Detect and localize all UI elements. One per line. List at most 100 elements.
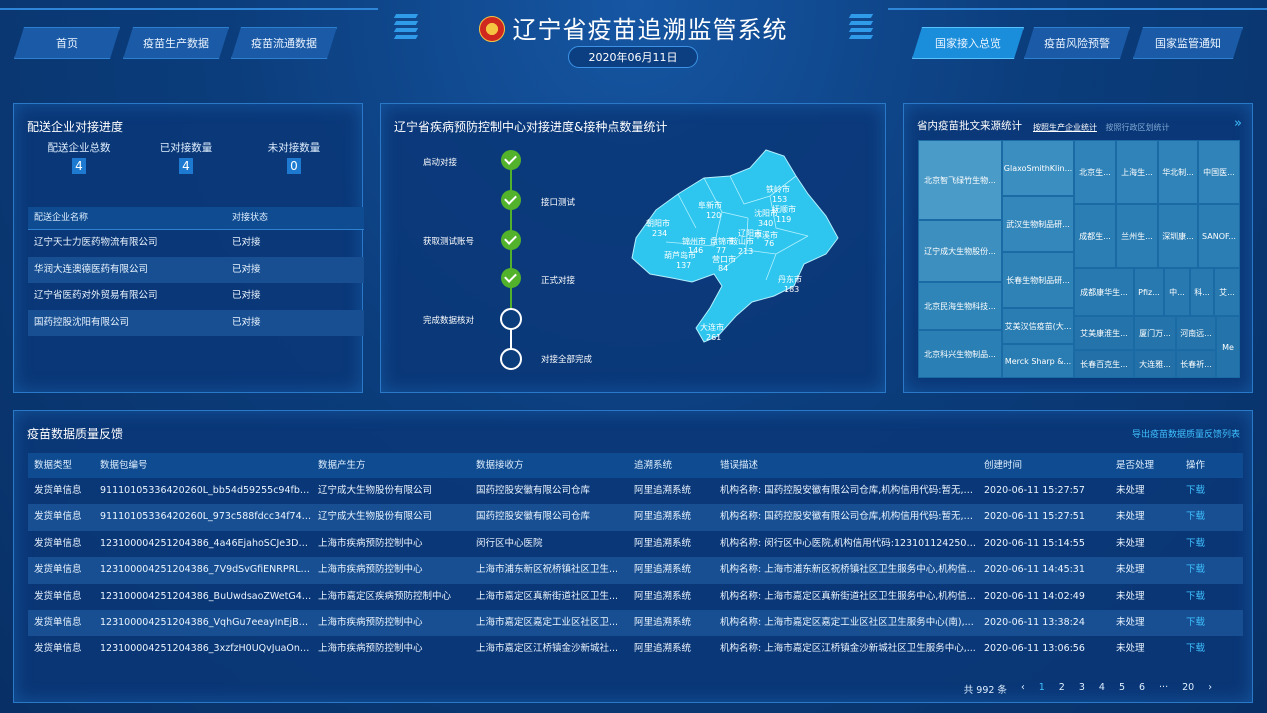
col-producer: 数据产生方 bbox=[318, 460, 366, 471]
col-status: 对接状态 bbox=[232, 213, 269, 223]
treemap-cell[interactable]: 中... bbox=[1164, 268, 1190, 316]
cell-package: 123100004251204386_VqhGu7eeayInEjBKqF... bbox=[100, 616, 312, 628]
map-label-name: 大连市 bbox=[700, 322, 724, 332]
download-link[interactable]: 下载 bbox=[1186, 531, 1226, 557]
page-button[interactable]: 4 bbox=[1099, 682, 1105, 696]
treemap-cell[interactable]: 厦门万... bbox=[1134, 316, 1176, 350]
treemap-cell[interactable]: 长春祈... bbox=[1176, 350, 1216, 378]
cell-system: 阿里追溯系统 bbox=[634, 643, 692, 655]
treemap-cell[interactable]: Merck Sharp &... bbox=[1002, 344, 1074, 378]
download-link[interactable]: 下载 bbox=[1186, 584, 1226, 610]
treemap-cell[interactable]: 北京生... bbox=[1074, 140, 1116, 204]
cell-system: 阿里追溯系统 bbox=[634, 537, 692, 549]
cell-created: 2020-06-11 15:27:51 bbox=[984, 511, 1085, 523]
page-button[interactable]: 5 bbox=[1119, 682, 1125, 696]
nav-risk-warning[interactable]: 疫苗风险预警 bbox=[1024, 27, 1130, 59]
more-arrow-icon[interactable]: » bbox=[1234, 116, 1242, 131]
page-button[interactable]: 1 bbox=[1039, 682, 1045, 696]
table-row[interactable]: 发货单信息 123100004251204386_VqhGu7eeayInEjBK… bbox=[28, 609, 1243, 637]
map-label-value: 153 bbox=[772, 195, 787, 204]
treemap-cell[interactable]: 艾美康淮生... bbox=[1074, 316, 1134, 350]
table-row[interactable]: 发货单信息 123100004251204386_3xzfzH0UQvJuaOnH… bbox=[28, 636, 1243, 662]
treemap-cell[interactable]: 上海生... bbox=[1116, 140, 1158, 204]
cell-receiver: 上海市嘉定区嘉定工业区社区卫... bbox=[476, 616, 619, 628]
treemap-cell[interactable]: 深圳康... bbox=[1158, 204, 1198, 268]
step-check-icon bbox=[501, 190, 521, 210]
nav-home[interactable]: 首页 bbox=[14, 27, 120, 59]
cell-handled: 未处理 bbox=[1116, 590, 1145, 602]
table-row[interactable]: 国药控股沈阳有限公司 已对接 bbox=[28, 309, 364, 336]
treemap-cell[interactable]: 华北制... bbox=[1158, 140, 1198, 204]
cell-producer: 上海市疾病预防控制中心 bbox=[318, 643, 423, 655]
page-button[interactable]: 2 bbox=[1059, 682, 1065, 696]
table-row[interactable]: 辽宁省医药对外贸易有限公司 已对接 bbox=[28, 283, 364, 310]
cell-handled: 未处理 bbox=[1116, 564, 1145, 576]
cell-handled: 未处理 bbox=[1116, 485, 1145, 496]
treemap-cell[interactable]: 大连雅... bbox=[1134, 350, 1176, 378]
treemap-cell[interactable]: GlaxoSmithKlin... bbox=[1002, 140, 1074, 196]
table-row[interactable]: 发货单信息 91110105336420260L_bb54d59255c94fba… bbox=[28, 478, 1243, 504]
cell-handled: 未处理 bbox=[1116, 537, 1145, 549]
page-title: 辽宁省疫苗追溯监管系统 bbox=[378, 10, 888, 45]
table-row[interactable]: 发货单信息 91110105336420260L_973c588fdcc34f74… bbox=[28, 504, 1243, 531]
prev-page-icon[interactable]: ‹ bbox=[1021, 682, 1025, 696]
map-label-value: 76 bbox=[764, 239, 774, 248]
nav-national-overview[interactable]: 国家接入总览 bbox=[912, 27, 1024, 59]
nav-circulation[interactable]: 疫苗流通数据 bbox=[231, 27, 337, 59]
title-area: 辽宁省疫苗追溯监管系统 2020年06月11日 bbox=[378, 0, 888, 72]
download-link[interactable]: 下载 bbox=[1186, 636, 1226, 662]
treemap-cell[interactable]: 武汉生物制品研... bbox=[1002, 196, 1074, 252]
treemap-cell[interactable]: Pfiz... bbox=[1134, 268, 1164, 316]
export-link[interactable]: 导出疫苗数据质量反馈列表 bbox=[1132, 427, 1240, 440]
treemap-cell[interactable]: 中国医... bbox=[1198, 140, 1240, 204]
table-row[interactable]: 发货单信息 123100004251204386_7V9dSvGfiENRPRLf… bbox=[28, 557, 1243, 584]
treemap-cell[interactable]: 长春生物制品研... bbox=[1002, 252, 1074, 308]
cell-package: 123100004251204386_4a46EjahoSCJe3DCYL... bbox=[100, 537, 312, 549]
download-link[interactable]: 下载 bbox=[1186, 557, 1226, 583]
nav-supervision-notice[interactable]: 国家监管通知 bbox=[1133, 27, 1243, 59]
download-link[interactable]: 下载 bbox=[1186, 504, 1226, 530]
treemap-cell[interactable]: 长春百克生... bbox=[1074, 350, 1134, 378]
delivery-title: 配送企业对接进度 bbox=[27, 120, 124, 134]
feedback-table: 数据类型 数据包编号 数据产生方 数据接收方 追溯系统 错误描述 创建时间 是否… bbox=[28, 453, 1243, 663]
map-label-value: 84 bbox=[718, 264, 728, 273]
table-row[interactable]: 华润大连澳德医药有限公司 已对接 bbox=[28, 256, 364, 283]
treemap-cell[interactable]: 北京智飞绿竹生物... bbox=[918, 140, 1002, 220]
treemap-cell[interactable]: SANOF... bbox=[1198, 204, 1240, 268]
feedback-panel: 疫苗数据质量反馈 导出疫苗数据质量反馈列表 数据类型 数据包编号 数据产生方 数… bbox=[13, 410, 1253, 703]
treemap-cell[interactable]: 北京科兴生物制品... bbox=[918, 330, 1002, 378]
map-label-name: 锦州市 bbox=[682, 236, 706, 246]
page-button[interactable]: 20 bbox=[1182, 682, 1194, 696]
step-label-3: 正式对接 bbox=[541, 276, 576, 286]
liaoning-map[interactable]: 铁岭市153 阜新市120 沈阳市340 抚顺市119 朝阳市234 锦州市14… bbox=[626, 146, 846, 346]
download-link[interactable]: 下载 bbox=[1186, 478, 1226, 504]
next-page-icon[interactable]: › bbox=[1208, 682, 1212, 696]
treemap-cell[interactable]: 河南远... bbox=[1176, 316, 1216, 350]
treemap-cell[interactable]: 北京民海生物科技... bbox=[918, 282, 1002, 330]
treemap-cell[interactable]: 艾... bbox=[1214, 268, 1240, 316]
table-row[interactable]: 发货单信息 123100004251204386_BuUwdsaoZWetG4ej… bbox=[28, 584, 1243, 610]
page-button[interactable]: 3 bbox=[1079, 682, 1085, 696]
table-row[interactable]: 辽宁天士力医药物流有限公司 已对接 bbox=[28, 230, 364, 257]
stat-unconnected-label: 未对接数量 bbox=[267, 142, 321, 154]
cell-handled: 未处理 bbox=[1116, 643, 1145, 655]
nav-production[interactable]: 疫苗生产数据 bbox=[123, 27, 229, 59]
table-row[interactable]: 发货单信息 123100004251204386_4a46EjahoSCJe3DC… bbox=[28, 531, 1243, 557]
treemap-cell[interactable]: 兰州生... bbox=[1116, 204, 1158, 268]
cell-package: 123100004251204386_BuUwdsaoZWetG4ej... bbox=[100, 590, 312, 602]
cell-package: 123100004251204386_7V9dSvGfiENRPRLf3f... bbox=[100, 564, 312, 576]
header-line-right bbox=[888, 8, 1267, 10]
download-link[interactable]: 下载 bbox=[1186, 610, 1226, 636]
page-button[interactable]: 6 bbox=[1139, 682, 1145, 696]
treemap-cell[interactable]: 艾美汉信疫苗(大... bbox=[1002, 308, 1074, 344]
treemap-cell[interactable]: 科... bbox=[1190, 268, 1214, 316]
treemap-cell[interactable]: 辽宁成大生物股份... bbox=[918, 220, 1002, 282]
company-name: 辽宁省医药对外贸易有限公司 bbox=[34, 290, 158, 301]
treemap-cell[interactable]: 成都生... bbox=[1074, 204, 1116, 268]
header-line-left bbox=[0, 8, 378, 10]
cell-package: 123100004251204386_3xzfzH0UQvJuaOnHS... bbox=[100, 643, 312, 655]
tab-by-producer[interactable]: 按照生产企业统计 bbox=[1033, 123, 1097, 132]
treemap-cell[interactable]: 成都康华生... bbox=[1074, 268, 1134, 316]
treemap-cell[interactable]: Me bbox=[1216, 316, 1240, 378]
tab-by-region[interactable]: 按照行政区划统计 bbox=[1106, 123, 1170, 132]
